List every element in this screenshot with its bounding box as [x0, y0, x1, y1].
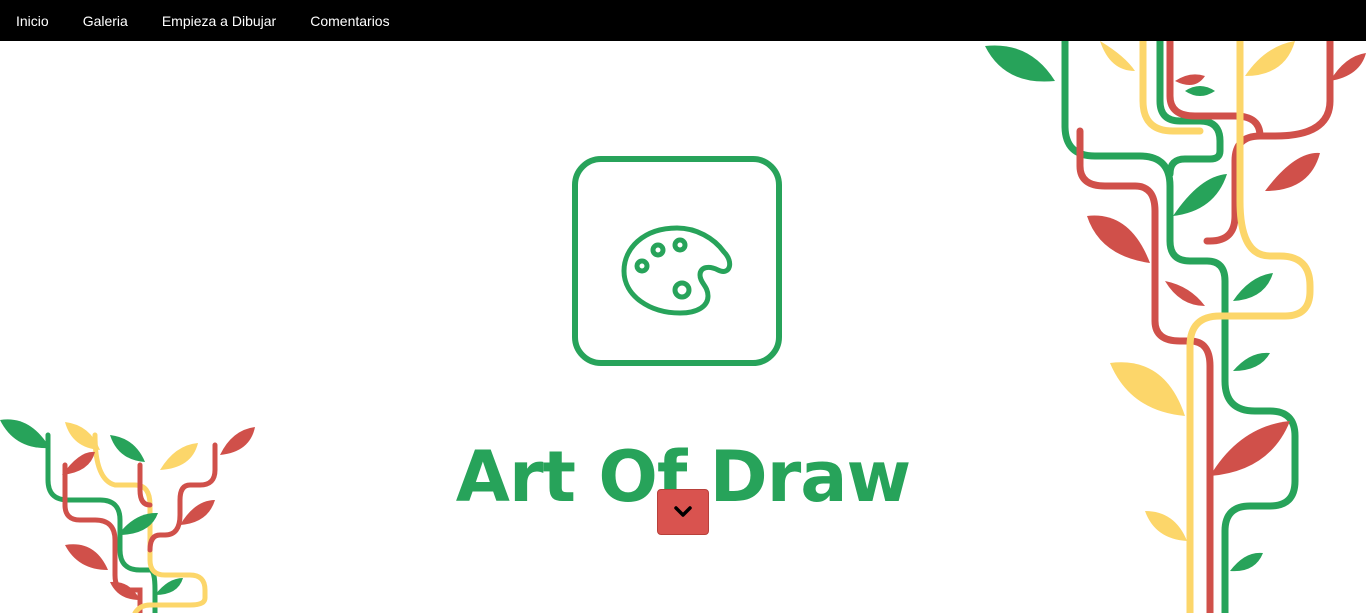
- nav-item-comentarios[interactable]: Comentarios: [310, 13, 389, 29]
- palette-icon: [621, 225, 733, 316]
- top-navbar: Inicio Galeria Empieza a Dibujar Comenta…: [0, 0, 1366, 41]
- scroll-down-button[interactable]: [657, 489, 709, 535]
- nav-item-inicio[interactable]: Inicio: [16, 13, 49, 29]
- logo-box: [572, 156, 782, 366]
- nav-item-empieza-a-dibujar[interactable]: Empieza a Dibujar: [162, 13, 276, 29]
- right-vine-decoration: [985, 41, 1366, 613]
- nav-item-galeria[interactable]: Galeria: [83, 13, 128, 29]
- chevron-down-icon: [674, 506, 692, 517]
